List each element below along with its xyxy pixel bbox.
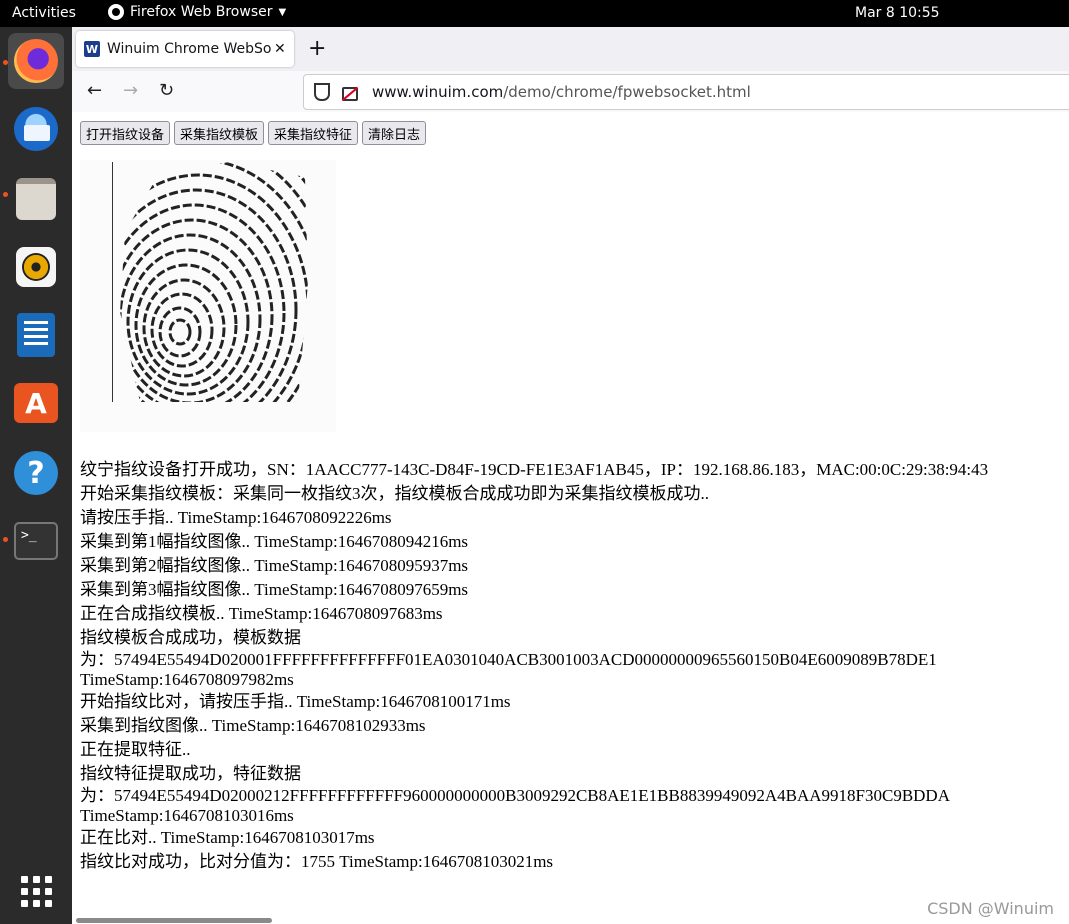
rhythmbox-icon (16, 247, 56, 287)
shield-icon[interactable] (314, 83, 330, 101)
new-tab-button[interactable]: + (308, 36, 326, 61)
log-line: 请按压手指.. TimeStamp:1646708092226ms (80, 508, 392, 527)
software-icon: A (14, 383, 58, 423)
log-panel: 纹宁指纹设备打开成功，SN：1AACC777-143C-D84F-19CD-FE… (80, 458, 1069, 874)
terminal-icon: >_ (14, 522, 58, 560)
url-path: /demo/chrome/fpwebsocket.html (503, 83, 751, 101)
dock: A ? >_ (0, 27, 72, 924)
open-device-button[interactable]: 打开指纹设备 (80, 121, 171, 145)
watermark: CSDN @Winuim (927, 899, 1054, 918)
dock-rhythmbox[interactable] (8, 239, 64, 295)
dock-firefox[interactable] (8, 33, 64, 89)
dock-thunderbird[interactable] (8, 101, 64, 157)
log-line: 指纹模板合成成功，模板数据 (80, 628, 301, 647)
page-content: 打开指纹设备 采集指纹模板 采集指纹特征 清除日志 纹宁指纹设备打开成功，SN：… (72, 112, 1069, 924)
clear-log-button[interactable]: 清除日志 (362, 121, 427, 145)
url-host: www.winuim.com (372, 83, 504, 101)
nav-bar: ← → ↻ www.winuim.com/demo/chrome/fpwebso… (72, 71, 1069, 113)
dock-files[interactable] (8, 171, 64, 227)
log-line: 指纹比对成功，比对分值为：1755 TimeStamp:164670810302… (80, 852, 554, 871)
thunderbird-icon (14, 107, 58, 151)
tab-bar: W Winuim Chrome WebSocket ✕ + (72, 27, 1069, 71)
dock-writer[interactable] (8, 307, 64, 363)
insecure-lock-icon[interactable] (342, 87, 358, 101)
app-menu[interactable]: Firefox Web Browser ▼ (108, 4, 286, 20)
firefox-icon (14, 39, 58, 83)
capture-feature-button[interactable]: 采集指纹特征 (268, 121, 359, 145)
log-line: 正在合成指纹模板.. TimeStamp:1646708097683ms (80, 604, 443, 623)
tab-winuim[interactable]: W Winuim Chrome WebSocket ✕ (76, 31, 294, 67)
image-divider (112, 162, 113, 402)
log-line: 采集到指纹图像.. TimeStamp:1646708102933ms (80, 716, 426, 735)
button-row: 打开指纹设备 采集指纹模板 采集指纹特征 清除日志 (80, 121, 427, 145)
log-line: 指纹特征提取成功，特征数据 (80, 764, 301, 783)
log-line: 采集到第2幅指纹图像.. TimeStamp:1646708095937ms (80, 556, 469, 575)
log-line: 开始采集指纹模板：采集同一枚指纹3次，指纹模板合成成功即为采集指纹模板成功.. (80, 484, 709, 503)
capture-template-button[interactable]: 采集指纹模板 (174, 121, 265, 145)
chevron-down-icon: ▼ (278, 6, 287, 18)
log-line: 开始指纹比对，请按压手指.. TimeStamp:1646708100171ms (80, 692, 511, 711)
show-apps-button[interactable] (8, 863, 64, 919)
dock-terminal[interactable]: >_ (8, 513, 64, 569)
clock[interactable]: Mar 8 10:55 (855, 5, 940, 21)
files-icon (16, 178, 56, 220)
dock-software[interactable]: A (8, 375, 64, 431)
log-line: 为：57494E55494D020001FFFFFFFFFFFFFF01EA03… (80, 650, 937, 669)
winuim-favicon-icon: W (84, 41, 100, 57)
dock-help[interactable]: ? (8, 445, 64, 501)
fingerprint-icon (120, 162, 308, 402)
activities-button[interactable]: Activities (12, 5, 76, 21)
back-arrow-icon[interactable]: ← (87, 80, 102, 101)
libreoffice-writer-icon (17, 313, 55, 357)
log-line: 为：57494E55494D02000212FFFFFFFFFFFF960000… (80, 786, 950, 805)
log-line: TimeStamp:1646708103016ms (80, 806, 294, 825)
app-menu-label: Firefox Web Browser (130, 4, 273, 20)
firefox-small-icon (108, 4, 124, 20)
url-bar[interactable]: www.winuim.com/demo/chrome/fpwebsocket.h… (303, 74, 1069, 110)
log-line: 采集到第3幅指纹图像.. TimeStamp:1646708097659ms (80, 580, 469, 599)
log-line: 纹宁指纹设备打开成功，SN：1AACC777-143C-D84F-19CD-FE… (80, 460, 989, 479)
tab-title: Winuim Chrome WebSocket (107, 41, 272, 57)
log-line: 正在提取特征.. (80, 740, 191, 759)
log-line: TimeStamp:1646708097982ms (80, 670, 294, 689)
help-icon: ? (14, 451, 58, 495)
log-line: 采集到第1幅指纹图像.. TimeStamp:1646708094216ms (80, 532, 469, 551)
log-line: 正在比对.. TimeStamp:1646708103017ms (80, 828, 375, 847)
show-apps-icon (20, 875, 52, 907)
horizontal-scrollbar[interactable] (76, 918, 272, 923)
close-icon[interactable]: ✕ (274, 41, 286, 57)
top-bar: Activities Firefox Web Browser ▼ Mar 8 1… (0, 0, 1069, 27)
url-text[interactable]: www.winuim.com/demo/chrome/fpwebsocket.h… (372, 83, 751, 101)
fingerprint-image (80, 160, 336, 432)
forward-arrow-icon[interactable]: → (123, 80, 138, 101)
reload-icon[interactable]: ↻ (159, 80, 174, 101)
